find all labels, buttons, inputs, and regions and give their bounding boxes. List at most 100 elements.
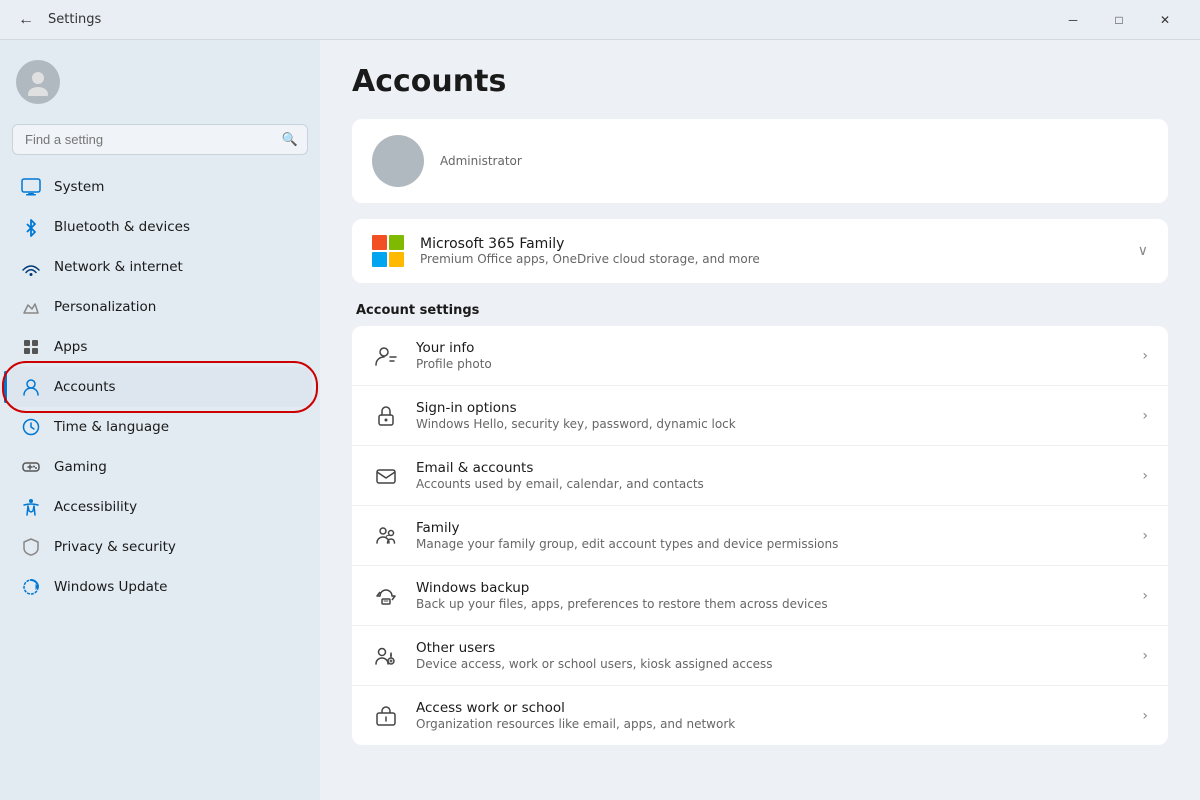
time-icon (20, 416, 42, 438)
access-work-text: Access work or school Organization resou… (416, 700, 1126, 731)
sidebar-item-bluetooth[interactable]: Bluetooth & devices (8, 207, 312, 247)
ms365-title: Microsoft 365 Family (420, 236, 1122, 252)
sidebar-item-network[interactable]: Network & internet (8, 247, 312, 287)
settings-item-other-users[interactable]: Other users Device access, work or schoo… (352, 626, 1168, 686)
accounts-icon (20, 376, 42, 398)
sidebar-profile (0, 48, 320, 120)
close-button[interactable]: ✕ (1142, 0, 1188, 40)
sidebar-item-time[interactable]: Time & language (8, 407, 312, 447)
other-users-text: Other users Device access, work or schoo… (416, 640, 1126, 671)
gaming-icon (20, 456, 42, 478)
sidebar-item-gaming[interactable]: Gaming (8, 447, 312, 487)
page-title: Accounts (352, 64, 1168, 99)
family-title: Family (416, 520, 1126, 536)
other-users-subtitle: Device access, work or school users, kio… (416, 657, 1126, 671)
minimize-button[interactable]: ─ (1050, 0, 1096, 40)
your-info-icon (372, 342, 400, 370)
family-icon (372, 522, 400, 550)
signin-options-text: Sign-in options Windows Hello, security … (416, 400, 1126, 431)
sidebar-item-label: Bluetooth & devices (54, 219, 190, 235)
email-accounts-subtitle: Accounts used by email, calendar, and co… (416, 477, 1126, 491)
other-users-chevron: › (1142, 648, 1148, 664)
access-work-subtitle: Organization resources like email, apps,… (416, 717, 1126, 731)
family-text: Family Manage your family group, edit ac… (416, 520, 1126, 551)
windows-backup-icon (372, 582, 400, 610)
sidebar-item-label: Time & language (54, 419, 169, 435)
profile-role: Administrator (440, 154, 1148, 168)
app-body: 🔍 System Bluetooth & devices Network & i… (0, 40, 1200, 800)
signin-options-icon (372, 402, 400, 430)
accessibility-icon (20, 496, 42, 518)
sidebar: 🔍 System Bluetooth & devices Network & i… (0, 40, 320, 800)
sidebar-item-label: Privacy & security (54, 539, 176, 555)
maximize-button[interactable]: □ (1096, 0, 1142, 40)
update-icon (20, 576, 42, 598)
email-accounts-icon (372, 462, 400, 490)
ms365-info: Microsoft 365 Family Premium Office apps… (420, 236, 1122, 266)
family-chevron: › (1142, 528, 1148, 544)
windows-backup-chevron: › (1142, 588, 1148, 604)
sidebar-item-label: Accessibility (54, 499, 137, 515)
sidebar-avatar (16, 60, 60, 104)
ms365-subtitle: Premium Office apps, OneDrive cloud stor… (420, 252, 1122, 266)
profile-avatar (372, 135, 424, 187)
titlebar: ← Settings ─ □ ✕ (0, 0, 1200, 40)
windows-backup-subtitle: Back up your files, apps, preferences to… (416, 597, 1126, 611)
sidebar-item-accounts[interactable]: Accounts (8, 367, 312, 407)
ms365-icon (372, 235, 404, 267)
signin-options-title: Sign-in options (416, 400, 1126, 416)
other-users-title: Other users (416, 640, 1126, 656)
family-subtitle: Manage your family group, edit account t… (416, 537, 1126, 551)
your-info-subtitle: Profile photo (416, 357, 1126, 371)
your-info-title: Your info (416, 340, 1126, 356)
account-settings-header: Account settings (352, 303, 1168, 318)
profile-card: Administrator (352, 119, 1168, 203)
sidebar-item-label: Network & internet (54, 259, 183, 275)
sidebar-item-update[interactable]: Windows Update (8, 567, 312, 607)
main-content: Accounts Administrator Microsoft (320, 40, 1200, 800)
sidebar-item-system[interactable]: System (8, 167, 312, 207)
sidebar-item-privacy[interactable]: Privacy & security (8, 527, 312, 567)
apps-icon (20, 336, 42, 358)
your-info-chevron: › (1142, 348, 1148, 364)
settings-item-your-info[interactable]: Your info Profile photo › (352, 326, 1168, 386)
email-accounts-chevron: › (1142, 468, 1148, 484)
search-container: 🔍 (12, 124, 308, 155)
ms365-expand-icon: ∨ (1138, 243, 1148, 259)
window-controls: ─ □ ✕ (1050, 0, 1188, 40)
system-icon (20, 176, 42, 198)
sidebar-item-label: Accounts (54, 379, 116, 395)
sidebar-item-label: Windows Update (54, 579, 167, 595)
sidebar-item-label: Apps (54, 339, 87, 355)
sidebar-item-accessibility[interactable]: Accessibility (8, 487, 312, 527)
windows-backup-title: Windows backup (416, 580, 1126, 596)
back-button[interactable]: ← (12, 6, 40, 34)
sidebar-nav: System Bluetooth & devices Network & int… (0, 167, 320, 800)
settings-item-signin-options[interactable]: Sign-in options Windows Hello, security … (352, 386, 1168, 446)
search-input[interactable] (12, 124, 308, 155)
settings-item-email-accounts[interactable]: Email & accounts Accounts used by email,… (352, 446, 1168, 506)
network-icon (20, 256, 42, 278)
settings-item-windows-backup[interactable]: Windows backup Back up your files, apps,… (352, 566, 1168, 626)
app-title: Settings (48, 12, 101, 27)
your-info-text: Your info Profile photo (416, 340, 1126, 371)
sidebar-item-apps[interactable]: Apps (8, 327, 312, 367)
ms365-card[interactable]: Microsoft 365 Family Premium Office apps… (352, 219, 1168, 283)
sidebar-item-label: System (54, 179, 104, 195)
signin-options-chevron: › (1142, 408, 1148, 424)
privacy-icon (20, 536, 42, 558)
personalization-icon (20, 296, 42, 318)
windows-backup-text: Windows backup Back up your files, apps,… (416, 580, 1126, 611)
settings-item-family[interactable]: Family Manage your family group, edit ac… (352, 506, 1168, 566)
profile-info: Administrator (440, 154, 1148, 168)
settings-item-access-work[interactable]: Access work or school Organization resou… (352, 686, 1168, 745)
access-work-title: Access work or school (416, 700, 1126, 716)
bluetooth-icon (20, 216, 42, 238)
other-users-icon (372, 642, 400, 670)
settings-list: Your info Profile photo › Sign-in option… (352, 326, 1168, 745)
access-work-icon (372, 702, 400, 730)
sidebar-item-label: Gaming (54, 459, 107, 475)
access-work-chevron: › (1142, 708, 1148, 724)
sidebar-item-personalization[interactable]: Personalization (8, 287, 312, 327)
sidebar-item-label: Personalization (54, 299, 156, 315)
